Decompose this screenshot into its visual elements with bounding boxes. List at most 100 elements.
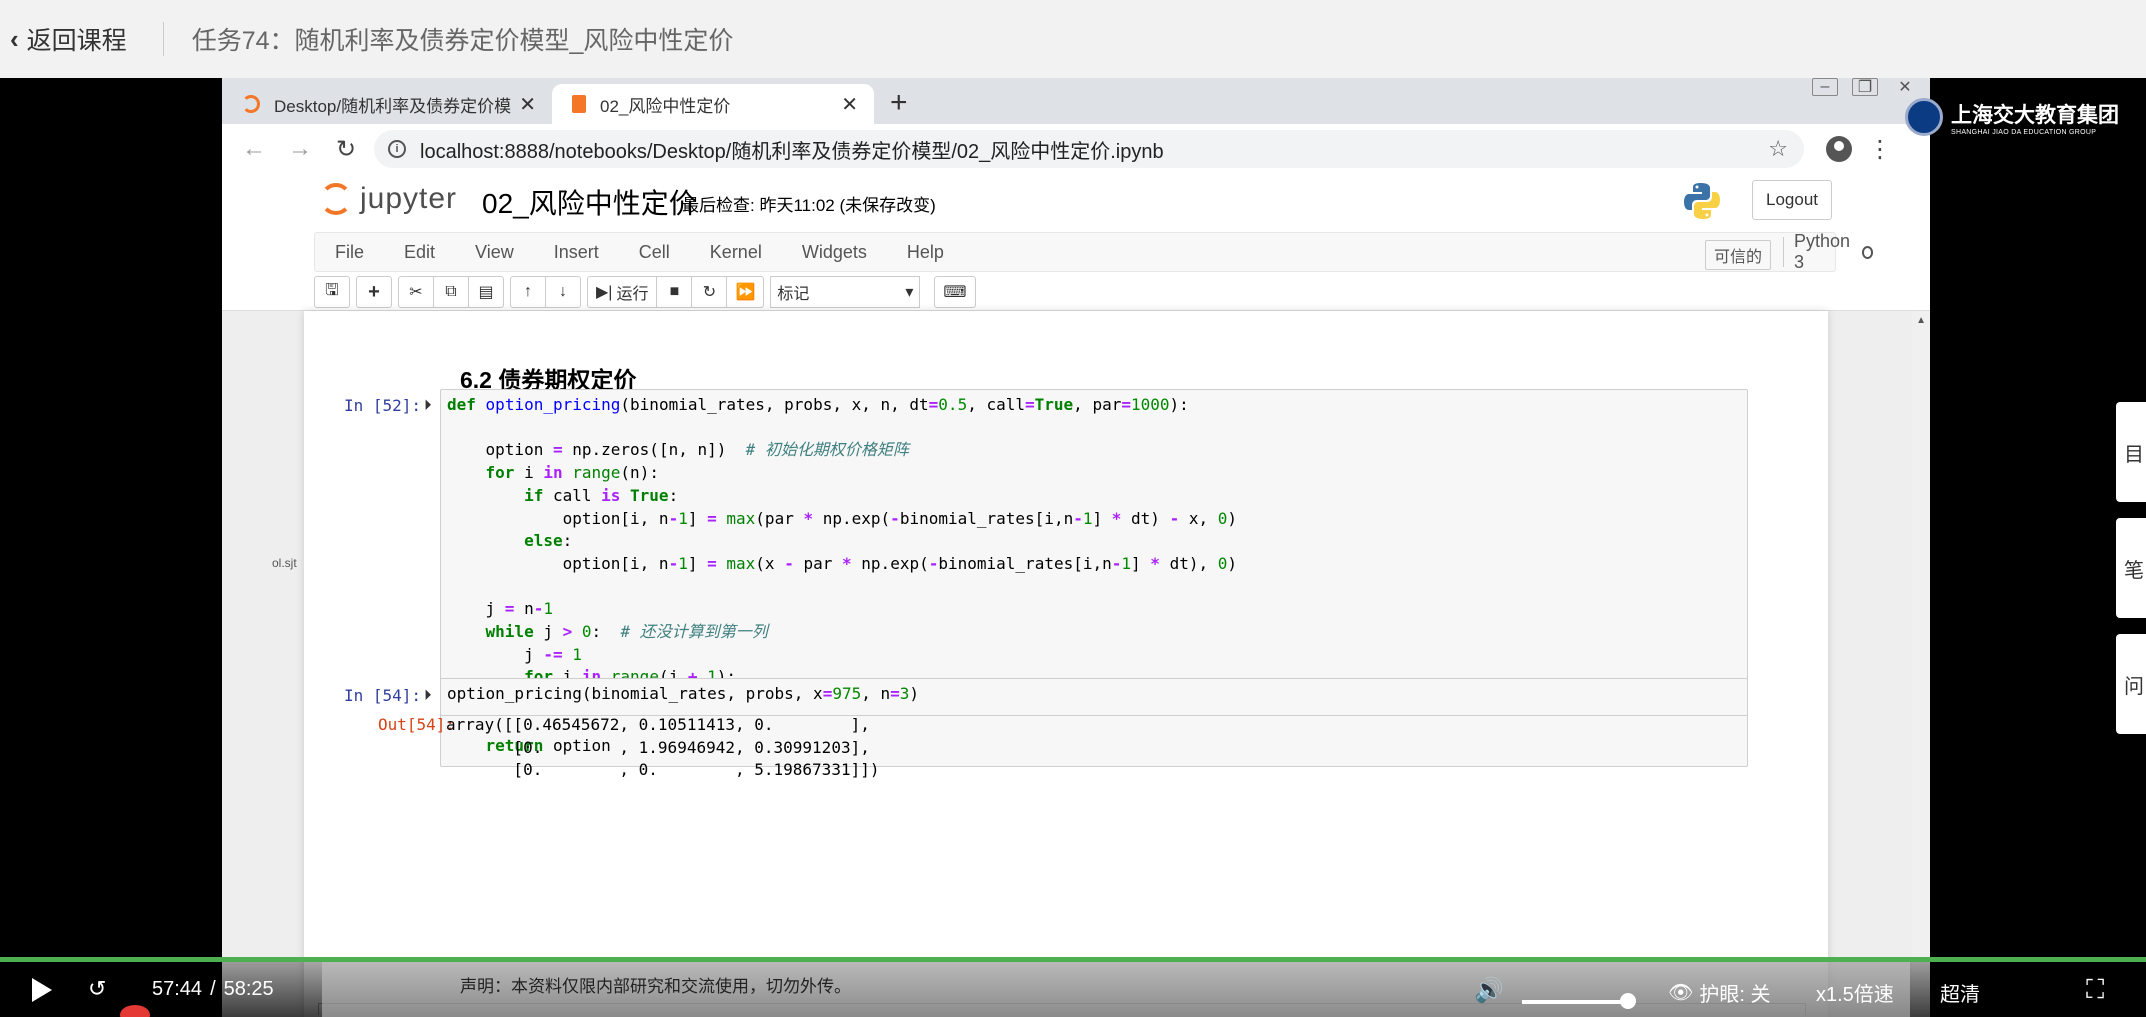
side-card-label: 目 bbox=[2124, 443, 2144, 466]
browser-window: Desktop/随机利率及债券定价模 ✕ 02_风险中性定价 ✕ + – ❐ ✕… bbox=[222, 78, 1930, 1017]
tab-label: Desktop/随机利率及债券定价模 bbox=[274, 96, 512, 116]
cut-icon[interactable]: ✂ bbox=[398, 276, 434, 308]
close-icon[interactable]: ✕ bbox=[841, 92, 858, 117]
menu-kernel[interactable]: Kernel bbox=[690, 242, 782, 263]
volume-icon[interactable]: 🔊 bbox=[1474, 976, 1504, 1005]
bookmark-star-icon[interactable]: ☆ bbox=[1768, 136, 1788, 162]
notebook-toolbar: 🖫 + ✂ ⧉ ▤ ↑ ↓ ▶︎| 运行 ■ ↻ ⏩ 标记 ▾ ⌨ bbox=[314, 276, 976, 308]
notebook-name[interactable]: 02_风险中性定价 bbox=[482, 182, 697, 222]
close-icon[interactable]: ✕ bbox=[519, 92, 536, 117]
minimize-icon[interactable]: – bbox=[1812, 78, 1838, 96]
eye-care-label: 护眼: 关 bbox=[1699, 984, 1771, 1006]
university-emblem-icon bbox=[1905, 98, 1943, 136]
cell-output: array([[0.46545672, 0.10511413, 0. ], [0… bbox=[446, 714, 879, 782]
forward-arrow-icon[interactable]: → bbox=[286, 135, 314, 163]
interrupt-icon[interactable]: ■ bbox=[656, 276, 693, 308]
url-input[interactable]: i localhost:8888/notebooks/Desktop/随机利率及… bbox=[374, 130, 1804, 168]
time-separator: / bbox=[210, 978, 216, 1000]
duration: 58:25 bbox=[223, 978, 274, 1000]
move-down-icon[interactable]: ↓ bbox=[545, 276, 581, 308]
watermark-text: ol.sjt bbox=[272, 556, 297, 570]
cell-prompt: In [52]: bbox=[344, 396, 422, 415]
menu-insert[interactable]: Insert bbox=[534, 242, 619, 263]
menu-bar: File Edit View Insert Cell Kernel Widget… bbox=[314, 231, 1874, 272]
notebook-page: 6.2 债券期权定价 In [52]: ⏵ def option_pricing… bbox=[304, 311, 1828, 1017]
back-to-course-button[interactable]: ‹ 返回课程 bbox=[10, 21, 127, 57]
scrollbar[interactable]: ▲ bbox=[1912, 311, 1930, 1017]
address-bar: ← → ↻ i localhost:8888/notebooks/Desktop… bbox=[222, 124, 1930, 174]
menu-edit[interactable]: Edit bbox=[384, 242, 455, 263]
play-button[interactable] bbox=[32, 978, 52, 1002]
side-card-catalog[interactable]: 目 bbox=[2116, 402, 2146, 502]
run-label: 运行 bbox=[616, 286, 649, 303]
fast-forward-icon[interactable]: ⏩ bbox=[726, 276, 765, 308]
course-header: ‹ 返回课程 任务74：随机利率及债券定价模型_风险中性定价 bbox=[0, 0, 2146, 78]
trusted-badge[interactable]: 可信的 bbox=[1705, 240, 1772, 270]
browser-tab-notebook[interactable]: 02_风险中性定价 ✕ bbox=[552, 84, 874, 124]
volume-slider[interactable] bbox=[1522, 1000, 1626, 1004]
menu-view[interactable]: View bbox=[455, 242, 534, 263]
insert-cell-icon[interactable]: + bbox=[356, 276, 392, 308]
quality-button[interactable]: 超清 bbox=[1940, 978, 1980, 1007]
menu-widgets[interactable]: Widgets bbox=[782, 242, 887, 263]
dropdown-caret-icon: ▾ bbox=[905, 284, 914, 301]
volume-knob[interactable] bbox=[1620, 993, 1636, 1009]
keyboard-icon[interactable]: ⌨ bbox=[934, 276, 976, 308]
tab-strip: Desktop/随机利率及债券定价模 ✕ 02_风险中性定价 ✕ + – ❐ ✕ bbox=[222, 78, 1930, 124]
run-cell-icon[interactable]: ⏵ bbox=[424, 687, 432, 704]
close-window-icon[interactable]: ✕ bbox=[1892, 78, 1918, 96]
run-button[interactable]: ▶︎| 运行 bbox=[587, 276, 658, 308]
side-card-label: 问 bbox=[2124, 675, 2144, 698]
kernel-idle-icon bbox=[1861, 245, 1874, 259]
python-logo-icon bbox=[1684, 183, 1720, 219]
move-up-icon[interactable]: ↑ bbox=[510, 276, 546, 308]
time-display: 57:44 / 58:25 bbox=[152, 978, 274, 1001]
menu-help[interactable]: Help bbox=[887, 242, 964, 263]
fullscreen-icon[interactable]: ⛶ bbox=[2086, 974, 2104, 1006]
notebook-icon bbox=[572, 95, 586, 113]
scroll-up-icon[interactable]: ▲ bbox=[1916, 315, 1926, 326]
speed-button[interactable]: x1.5倍速 bbox=[1816, 978, 1894, 1007]
copy-icon[interactable]: ⧉ bbox=[433, 276, 469, 308]
restart-icon[interactable]: ↻ bbox=[691, 276, 728, 308]
new-tab-button[interactable]: + bbox=[890, 86, 908, 120]
side-card-label: 笔 bbox=[2124, 559, 2144, 582]
tab-label: 02_风险中性定价 bbox=[600, 96, 731, 116]
side-card-notes[interactable]: 笔 bbox=[2116, 518, 2146, 618]
eye-icon: 👁 bbox=[1668, 982, 1694, 1004]
jupyter-wordmark: jupyter bbox=[360, 182, 458, 215]
paste-icon[interactable]: ▤ bbox=[468, 276, 504, 308]
save-icon[interactable]: 🖫 bbox=[314, 276, 350, 308]
run-cell-icon[interactable]: ⏵ bbox=[424, 397, 432, 414]
output-line: [0. , 1.96946942, 0.30991203], bbox=[446, 737, 870, 757]
cell-type-select[interactable]: 标记 ▾ bbox=[770, 276, 921, 308]
menu-cell[interactable]: Cell bbox=[619, 242, 690, 263]
browser-tab-desktop[interactable]: Desktop/随机利率及债券定价模 ✕ bbox=[222, 84, 552, 124]
checkpoint-status: 最后检查: 昨天11:02 (未保存改变) bbox=[682, 196, 936, 215]
side-card-questions[interactable]: 问 bbox=[2116, 634, 2146, 734]
back-label: 返回课程 bbox=[26, 27, 127, 55]
back-arrow-icon[interactable]: ← bbox=[240, 135, 268, 163]
eye-care-toggle[interactable]: 👁 护眼: 关 bbox=[1668, 978, 1771, 1007]
menu-file[interactable]: File bbox=[315, 242, 384, 263]
kernel-indicator: Python 3 bbox=[1783, 231, 1874, 272]
chevron-left-icon: ‹ bbox=[10, 23, 19, 54]
more-menu-icon[interactable]: ⋮ bbox=[1868, 135, 1892, 164]
info-icon[interactable]: i bbox=[388, 140, 406, 158]
cell-type-value: 标记 bbox=[777, 286, 810, 303]
rewind-10-icon[interactable]: ↺ bbox=[88, 976, 106, 1002]
restore-icon[interactable]: ❐ bbox=[1852, 78, 1878, 96]
brand-subtitle: SHANGHAI JIAO DA EDUCATION GROUP bbox=[1951, 128, 2097, 136]
play-icon bbox=[32, 978, 52, 1002]
reload-icon[interactable]: ↻ bbox=[332, 135, 360, 164]
code-cell[interactable]: option_pricing(binomial_rates, probs, x=… bbox=[440, 678, 1748, 716]
jupyter-logo[interactable]: jupyter bbox=[320, 182, 457, 216]
step-forward-icon: ▶︎| bbox=[596, 284, 613, 301]
notebook-area: 6.2 债券期权定价 In [52]: ⏵ def option_pricing… bbox=[222, 310, 1930, 1017]
profile-icon[interactable] bbox=[1826, 136, 1852, 162]
screen: { "course_bar": { "back_label": "返回课程", … bbox=[0, 0, 2146, 1017]
logout-button[interactable]: Logout bbox=[1752, 180, 1832, 220]
window-controls: – ❐ ✕ bbox=[1812, 78, 1918, 96]
output-line: [0. , 0. , 5.19867331]]) bbox=[446, 760, 880, 779]
brand-name: 上海交大教育集团 bbox=[1951, 103, 2119, 127]
